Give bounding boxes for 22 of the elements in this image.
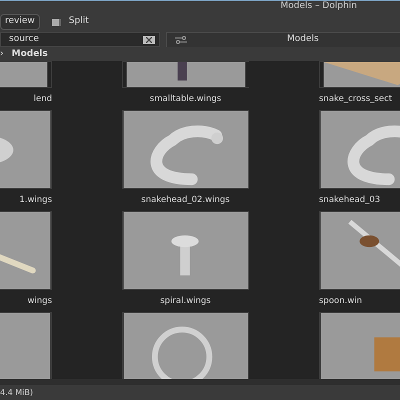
status-text: 4.4 MiB): [0, 386, 33, 398]
file-name[interactable]: snake_cross_sect: [319, 92, 392, 106]
window-title: Models – Dolphin: [280, 0, 357, 14]
search-field[interactable]: source: [0, 32, 160, 47]
file-name[interactable]: spoon.win: [319, 294, 362, 308]
file-name[interactable]: lend: [34, 92, 52, 106]
preview-button[interactable]: review: [0, 14, 40, 30]
filter-icon: [175, 36, 187, 44]
location-label: Models: [287, 33, 319, 46]
file-name[interactable]: wings: [27, 294, 52, 308]
file-name[interactable]: spiral.wings: [160, 294, 211, 308]
file-name[interactable]: smalltable.wings: [150, 92, 222, 106]
breadcrumb-item[interactable]: Models: [12, 48, 48, 62]
breadcrumb-arrow[interactable]: ›: [0, 48, 4, 62]
file-name[interactable]: 1.wings: [19, 194, 52, 206]
clear-icon[interactable]: [143, 36, 155, 44]
file-name[interactable]: snakehead_02.wings: [141, 194, 230, 206]
split-button[interactable]: Split: [48, 14, 93, 30]
search-input[interactable]: source: [9, 32, 143, 46]
file-name[interactable]: snakehead_03: [319, 194, 380, 206]
location-tab[interactable]: Models: [166, 32, 400, 47]
split-icon: [52, 18, 61, 26]
